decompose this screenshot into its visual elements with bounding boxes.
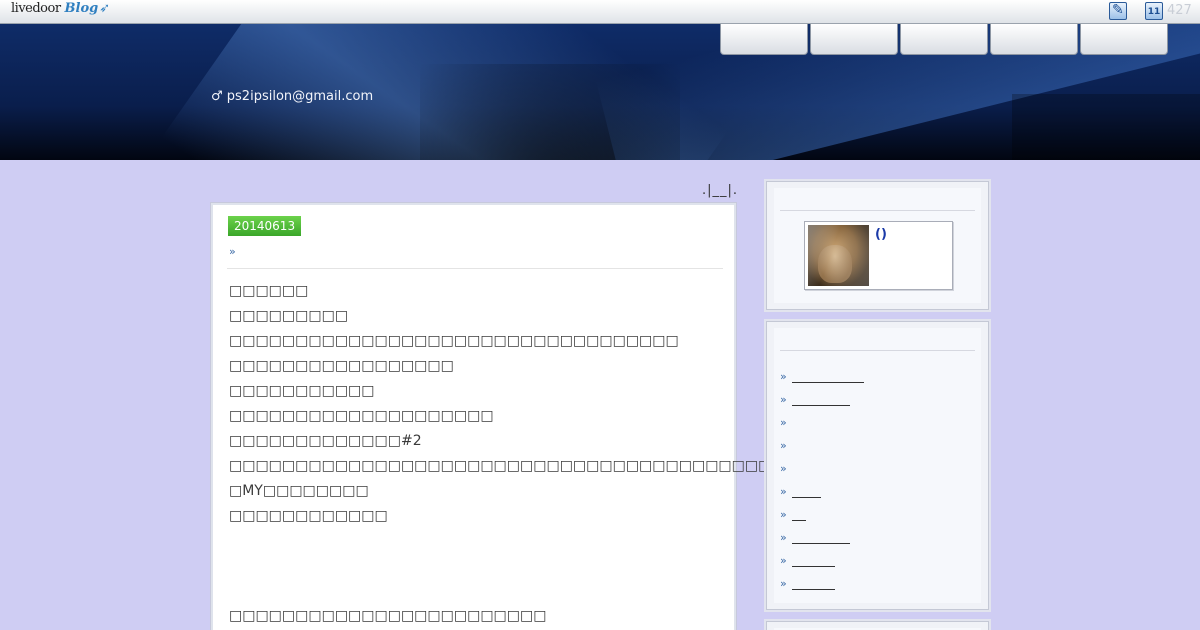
sidebar-link-item: »	[780, 434, 864, 457]
bullet-icon: »	[780, 508, 787, 521]
article-line: □□□□□□□□□□□□□□□□□□□□□□□□□□□□□□□□□□□□□□□□…	[229, 458, 785, 474]
bullet-icon: »	[780, 370, 787, 383]
sidebar-profile-box: ()	[766, 181, 989, 310]
avatar[interactable]	[808, 225, 869, 286]
profile-card: ()	[804, 221, 953, 290]
sidebar-link-item: »	[780, 572, 864, 595]
article-line: □□□□□□□□□□□□□□□□□□□□□□□□□□□□□□□□□□	[229, 333, 679, 349]
article: 20140613 » □□□□□□ □□□□□□□□□ □□□□□□□□□□□□…	[211, 203, 785, 630]
sidebar-links-box: » » » » » » » » » »	[766, 321, 989, 610]
article-line: □MY□□□□□□□□	[229, 483, 369, 499]
bullet-icon: »	[780, 554, 787, 567]
article-line: □□□□□□	[229, 283, 309, 299]
sidebar-link-item: »	[780, 480, 864, 503]
livedoor-blog-logo[interactable]: livedoor Blog ➶	[11, 1, 110, 21]
article-line: □□□□□□□□□□□□□□□□□□□□□□□□	[229, 608, 547, 624]
logo-blog-text: Blog	[64, 1, 99, 16]
sidebar-link[interactable]	[792, 555, 835, 567]
header-nav	[720, 24, 1168, 55]
article-line: □□□□□□□□□□□□□#2	[229, 433, 422, 449]
sidebar-link[interactable]	[792, 532, 850, 544]
sidebar-link[interactable]	[792, 509, 806, 521]
article-line: □□□□□□□□□□□	[229, 383, 375, 399]
bullet-icon: »	[780, 416, 787, 429]
sidebar-link-item: »	[780, 503, 864, 526]
bullet-icon: »	[780, 577, 787, 590]
bullet-icon: »	[780, 393, 787, 406]
bullet-icon: »	[780, 439, 787, 452]
sidebar-link-item: »	[780, 388, 864, 411]
title-bullet-icon: »	[229, 245, 236, 258]
title-divider	[227, 268, 723, 269]
bullet-icon: »	[780, 531, 787, 544]
blog-header: ♂ ps2ipsilon@gmail.com	[0, 24, 1200, 160]
sidebar-next-box	[766, 621, 989, 630]
nav-tab-2[interactable]	[810, 24, 898, 55]
logo-livedoor-text: livedoor	[11, 1, 61, 16]
post-count: 427	[1167, 3, 1192, 18]
blog-subtitle: ♂ ps2ipsilon@gmail.com	[211, 89, 374, 104]
bullet-icon: »	[780, 462, 787, 475]
sidebar-link[interactable]	[792, 371, 864, 383]
article-line: □□□□□□□□□	[229, 308, 349, 324]
article-pager[interactable]: .|__|.	[702, 183, 738, 198]
sidebar-link[interactable]	[792, 486, 821, 498]
edit-icon[interactable]	[1109, 2, 1127, 20]
sidebar-link-item: »	[780, 411, 864, 434]
sidebar-link-item: »	[780, 365, 864, 388]
article-line: □□□□□□□□□□□□□□□□□	[229, 358, 454, 374]
article-body: □□□□□□ □□□□□□□□□ □□□□□□□□□□□□□□□□□□□□□□□…	[229, 283, 785, 630]
sidebar-link-item: »	[780, 526, 864, 549]
sidebar-link[interactable]	[792, 578, 835, 590]
article-line: □□□□□□□□□□□□□□□□□□□□	[229, 408, 494, 424]
nav-tab-4[interactable]	[990, 24, 1078, 55]
calendar-icon[interactable]: 11	[1145, 2, 1163, 20]
profile-name[interactable]: ()	[875, 227, 887, 242]
nav-tab-5[interactable]	[1080, 24, 1168, 55]
article-line: □□□□□□□□□□□□	[229, 508, 388, 524]
sidebar-link-list: » » » » » » » » » »	[780, 365, 864, 595]
logo-wing-icon: ➶	[99, 1, 111, 16]
calendar-day: 11	[1147, 7, 1161, 17]
nav-tab-3[interactable]	[900, 24, 988, 55]
sidebar-link-item: »	[780, 457, 864, 480]
article-date: 20140613	[228, 216, 302, 236]
bullet-icon: »	[780, 485, 787, 498]
sidebar-link[interactable]	[792, 394, 850, 406]
sidebar-link-item: »	[780, 549, 864, 572]
nav-tab-1[interactable]	[720, 24, 808, 55]
livedoor-toolbar: livedoor Blog ➶ 11 427	[0, 0, 1200, 24]
